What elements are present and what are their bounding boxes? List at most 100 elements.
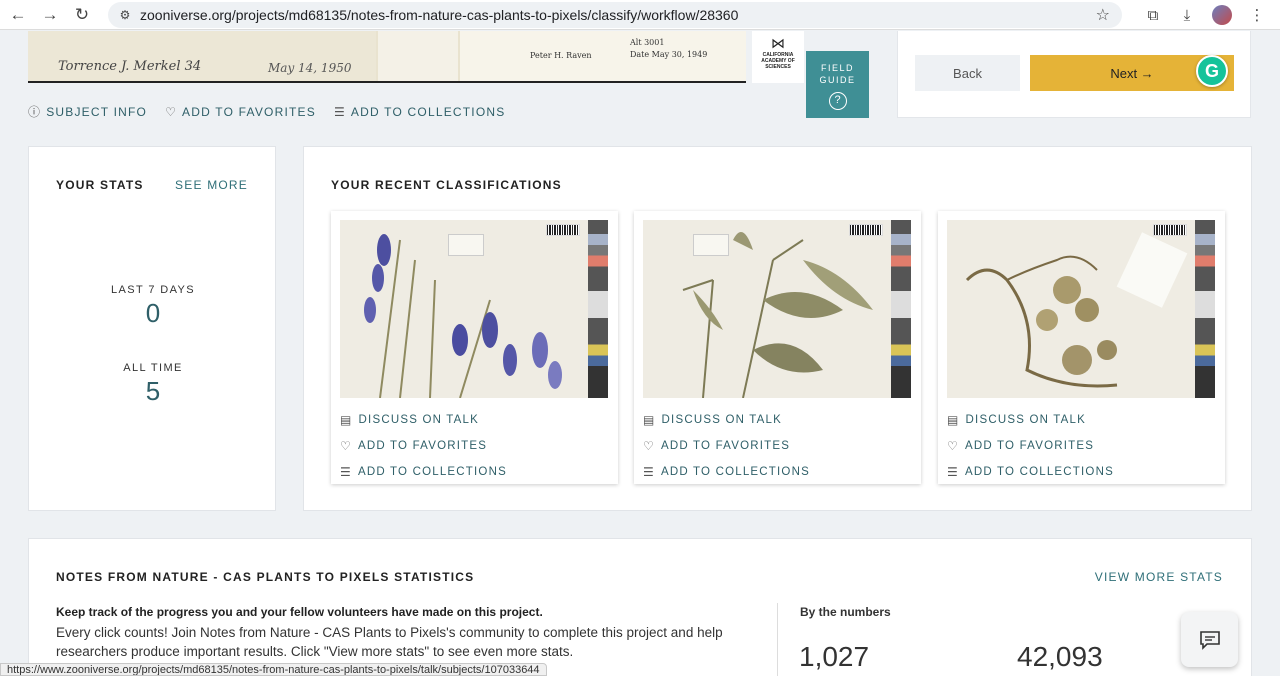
discuss-on-talk-link[interactable]: ▤ DISCUSS ON TALK bbox=[947, 407, 1114, 433]
your-stats-card: YOUR STATS SEE MORE LAST 7 DAYS 0 ALL TI… bbox=[28, 146, 276, 511]
add-to-collections-label: ADD TO COLLECTIONS bbox=[660, 466, 810, 478]
discuss-on-talk-link[interactable]: ▤ DISCUSS ON TALK bbox=[340, 407, 507, 433]
heart-icon: ♡ bbox=[340, 439, 352, 453]
field-guide-label: FIELD GUIDE bbox=[819, 63, 856, 85]
list-icon: ☰ bbox=[333, 104, 346, 119]
add-to-favorites-button[interactable]: ♡ ADD TO FAVORITES bbox=[165, 103, 316, 120]
address-url[interactable]: zooniverse.org/projects/md68135/notes-fr… bbox=[140, 7, 738, 23]
add-to-collections-label: ADD TO COLLECTIONS bbox=[964, 466, 1114, 478]
profile-avatar[interactable] bbox=[1212, 5, 1232, 25]
chat-bubble-icon: ▤ bbox=[947, 413, 960, 427]
download-icon[interactable]: ⤓ bbox=[1178, 7, 1196, 24]
heart-icon: ♡ bbox=[947, 439, 959, 453]
add-to-favorites-link[interactable]: ♡ ADD TO FAVORITES bbox=[340, 433, 507, 459]
specimen-thumbnail[interactable] bbox=[340, 220, 608, 398]
specimen-tag bbox=[448, 234, 484, 256]
list-icon: ☰ bbox=[643, 465, 655, 479]
specimen-tag bbox=[693, 234, 729, 256]
subject-info-button[interactable]: ⓘ SUBJECT INFO bbox=[28, 103, 147, 120]
add-to-favorites-label: ADD TO FAVORITES bbox=[660, 440, 791, 452]
project-stats-lead: Keep track of the progress you and your … bbox=[56, 605, 543, 619]
last-7-days-label: LAST 7 DAYS bbox=[110, 284, 196, 296]
specimen-collector-date: May 14, 1950 bbox=[268, 61, 352, 75]
list-icon: ☰ bbox=[340, 465, 352, 479]
back-button[interactable]: Back bbox=[915, 55, 1020, 91]
page-content: Torrence J. Merkel 34 May 14, 1950 Peter… bbox=[0, 31, 1280, 676]
extensions-icon[interactable]: ⧉ bbox=[1144, 7, 1162, 24]
recent-classification: ▤ DISCUSS ON TALK ♡ ADD TO FAVORITES ☰ ADD … bbox=[634, 211, 921, 484]
specimen-date: Date May 30, 1949 bbox=[630, 50, 708, 59]
add-to-favorites-label: ADD TO FAVORITES bbox=[357, 440, 488, 452]
recent-classification: ▤ DISCUSS ON TALK ♡ ADD TO FAVORITES ☰ ADD … bbox=[331, 211, 618, 484]
reload-icon[interactable]: ↻ bbox=[68, 1, 96, 29]
add-to-collections-link[interactable]: ☰ ADD TO COLLECTIONS bbox=[340, 459, 507, 485]
specimen-label-collector: Peter H. Raven bbox=[530, 51, 592, 60]
all-time-value: 5 bbox=[145, 376, 161, 406]
chat-bubble-icon: ▤ bbox=[340, 413, 353, 427]
list-icon: ☰ bbox=[947, 465, 959, 479]
forward-arrow-icon[interactable]: → bbox=[36, 1, 64, 29]
heart-icon: ♡ bbox=[643, 439, 655, 453]
stat-number-volunteers: 1,027 bbox=[799, 641, 870, 672]
chat-icon bbox=[1199, 630, 1220, 650]
specimen-thumbnail-drawing bbox=[965, 232, 1188, 388]
project-statistics-title: NOTES FROM NATURE - CAS PLANTS TO PIXELS… bbox=[56, 570, 475, 584]
color-ruler bbox=[891, 220, 911, 398]
bookmark-star-icon[interactable]: ☆ bbox=[1096, 5, 1110, 25]
cas-logo: ⋈ CALIFORNIA ACADEMY OF SCIENCES bbox=[752, 31, 804, 83]
subject-image[interactable]: Torrence J. Merkel 34 May 14, 1950 Peter… bbox=[28, 31, 746, 83]
specimen-alt: Alt 3001 bbox=[630, 38, 665, 47]
specimen-thumbnail[interactable] bbox=[643, 220, 911, 398]
specimen-collector: Torrence J. Merkel 34 bbox=[58, 59, 202, 74]
color-ruler bbox=[588, 220, 608, 398]
last-7-days-stat: LAST 7 DAYS 0 bbox=[29, 284, 277, 329]
cas-logo-text: CALIFORNIA ACADEMY OF SCIENCES bbox=[761, 52, 795, 70]
all-time-stat: ALL TIME 5 bbox=[29, 362, 277, 407]
discuss-on-talk-label: DISCUSS ON TALK bbox=[965, 414, 1087, 426]
specimen-label-left: Torrence J. Merkel 34 May 14, 1950 bbox=[28, 31, 376, 81]
barcode bbox=[849, 224, 883, 236]
view-more-stats-link[interactable]: VIEW MORE STATS bbox=[1095, 570, 1223, 584]
subject-actions: ⓘ SUBJECT INFO ♡ ADD TO FAVORITES ☰ ADD … bbox=[28, 103, 505, 120]
see-more-link[interactable]: SEE MORE bbox=[175, 178, 248, 192]
chat-bubble-icon: ▤ bbox=[643, 413, 656, 427]
specimen-label-mid bbox=[378, 31, 458, 81]
help-icon: ? bbox=[828, 92, 847, 110]
last-7-days-value: 0 bbox=[145, 298, 161, 328]
heart-icon: ♡ bbox=[165, 104, 178, 119]
site-info-icon[interactable]: ⚙ bbox=[112, 2, 138, 28]
grammarly-icon[interactable]: G bbox=[1196, 55, 1228, 87]
specimen-thumbnail-drawing bbox=[682, 232, 873, 398]
stats-divider bbox=[777, 603, 778, 676]
add-to-collections-button[interactable]: ☰ ADD TO COLLECTIONS bbox=[334, 103, 506, 120]
back-arrow-icon[interactable]: ← bbox=[4, 1, 32, 29]
add-to-favorites-link[interactable]: ♡ ADD TO FAVORITES bbox=[643, 433, 810, 459]
stat-number-classifications: 42,093 bbox=[1017, 641, 1103, 672]
recent-classification: ▤ DISCUSS ON TALK ♡ ADD TO FAVORITES ☰ ADD … bbox=[938, 211, 1225, 484]
add-to-collections-label: ADD TO COLLECTIONS bbox=[357, 466, 507, 478]
project-stats-description: Every click counts! Join Notes from Natu… bbox=[56, 625, 723, 659]
add-to-collections-link[interactable]: ☰ ADD TO COLLECTIONS bbox=[643, 459, 810, 485]
address-bar[interactable]: ⚙ zooniverse.org/projects/md68135/notes-… bbox=[108, 2, 1122, 28]
barcode bbox=[1153, 224, 1187, 236]
discuss-on-talk-link[interactable]: ▤ DISCUSS ON TALK bbox=[643, 407, 810, 433]
all-time-label: ALL TIME bbox=[123, 362, 183, 374]
by-the-numbers-label: By the numbers bbox=[800, 605, 891, 619]
discuss-on-talk-label: DISCUSS ON TALK bbox=[661, 414, 783, 426]
add-to-favorites-label: ADD TO FAVORITES bbox=[964, 440, 1095, 452]
barcode bbox=[546, 224, 580, 236]
specimen-thumbnail[interactable] bbox=[947, 220, 1215, 398]
field-guide-button[interactable]: FIELD GUIDE ? bbox=[806, 51, 869, 118]
specimen-label-right: Peter H. Raven Alt 3001 Date May 30, 194… bbox=[460, 31, 746, 81]
subject-info-label: SUBJECT INFO bbox=[46, 104, 148, 119]
add-to-collections-link[interactable]: ☰ ADD TO COLLECTIONS bbox=[947, 459, 1114, 485]
discuss-on-talk-label: DISCUSS ON TALK bbox=[358, 414, 480, 426]
color-ruler bbox=[1195, 220, 1215, 398]
chat-feedback-button[interactable] bbox=[1181, 612, 1238, 667]
status-bar-url: https://www.zooniverse.org/projects/md68… bbox=[0, 663, 547, 676]
browser-menu-icon[interactable]: ⋮ bbox=[1248, 6, 1266, 24]
add-to-collections-label: ADD TO COLLECTIONS bbox=[350, 104, 506, 119]
add-to-favorites-label: ADD TO FAVORITES bbox=[182, 104, 316, 119]
add-to-favorites-link[interactable]: ♡ ADD TO FAVORITES bbox=[947, 433, 1114, 459]
your-stats-title: YOUR STATS bbox=[56, 178, 144, 192]
